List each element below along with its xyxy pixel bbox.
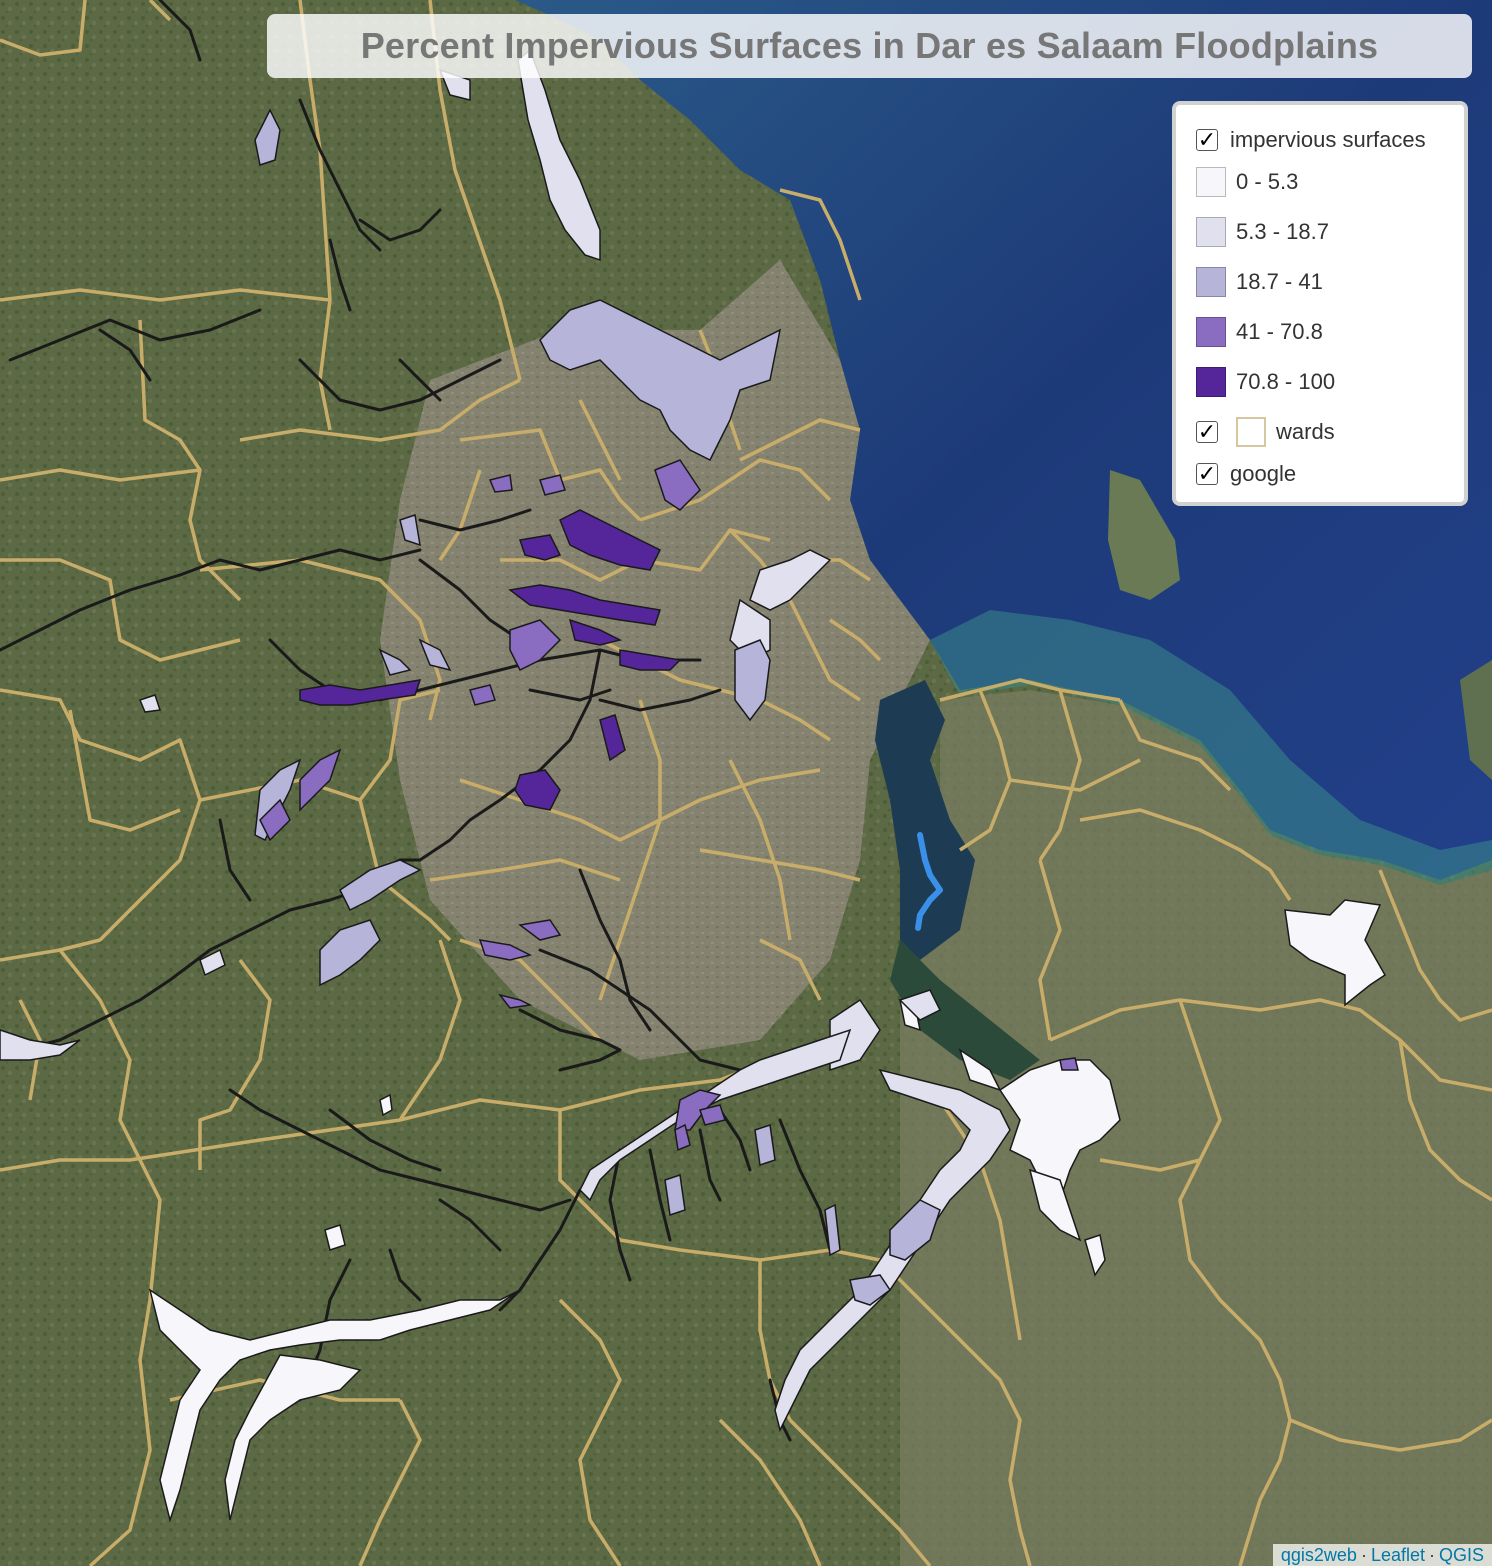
legend-class-4: 70.8 - 100 [1196,367,1335,397]
layer-legend: ✓ impervious surfaces 0 - 5.3 5.3 - 18.7… [1172,101,1468,506]
legend-swatch-class-3 [1196,317,1226,347]
legend-class-1: 5.3 - 18.7 [1196,217,1329,247]
attribution-qgis-link[interactable]: QGIS [1439,1545,1484,1565]
legend-swatch-class-0 [1196,167,1226,197]
legend-label-class-3: 41 - 70.8 [1236,319,1323,344]
legend-label-class-0: 0 - 5.3 [1236,169,1299,194]
attribution-separator: · [1428,1545,1435,1565]
impervious-layer-label: impervious surfaces [1230,127,1426,152]
legend-class-0: 0 - 5.3 [1196,167,1298,197]
legend-swatch-wards [1236,417,1266,447]
google-layer-label: google [1230,461,1297,486]
legend-swatch-class-1 [1196,217,1226,247]
attribution: qgis2web · Leaflet · QGIS [1272,1544,1492,1566]
legend-label-class-2: 18.7 - 41 [1236,269,1323,294]
wards-checkbox[interactable]: ✓ [1196,421,1218,443]
legend-class-2: 18.7 - 41 [1196,267,1323,297]
attribution-qgis2web-link[interactable]: qgis2web [1281,1545,1357,1565]
attribution-separator: · [1360,1545,1367,1565]
legend-layer-impervious[interactable]: ✓ impervious surfaces [1196,127,1426,153]
legend-swatch-class-4 [1196,367,1226,397]
legend-class-3: 41 - 70.8 [1196,317,1323,347]
wards-layer-label: wards [1276,419,1335,444]
map-title-box: Percent Impervious Surfaces in Dar es Sa… [267,14,1472,78]
google-checkbox[interactable]: ✓ [1196,463,1218,485]
legend-layer-wards[interactable]: ✓ wards [1196,417,1335,447]
map-title: Percent Impervious Surfaces in Dar es Sa… [360,25,1379,66]
legend-label-class-4: 70.8 - 100 [1236,369,1336,394]
legend-swatch-class-2 [1196,267,1226,297]
legend-label-class-1: 5.3 - 18.7 [1236,219,1329,244]
impervious-checkbox[interactable]: ✓ [1196,129,1218,151]
attribution-leaflet-link[interactable]: Leaflet [1371,1545,1425,1565]
legend-layer-google[interactable]: ✓ google [1196,461,1296,487]
